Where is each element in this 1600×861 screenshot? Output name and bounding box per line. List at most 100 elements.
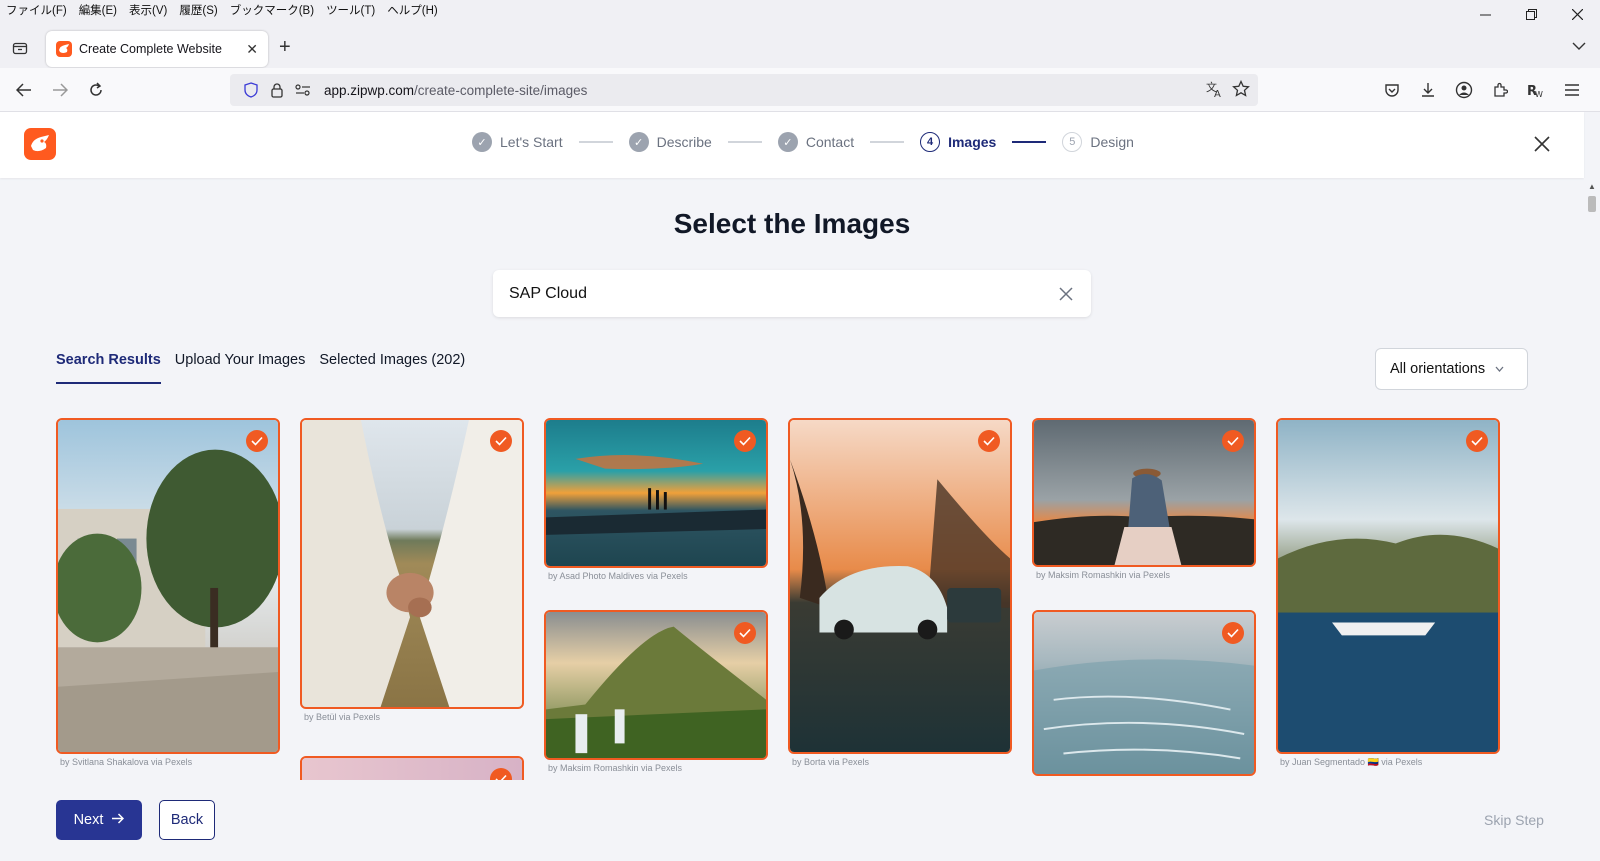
menu-file[interactable]: ファイル(F) <box>0 0 73 22</box>
step-number: 5 <box>1062 132 1083 152</box>
url-bar[interactable]: app.zipwp.com/create-complete-site/image… <box>230 74 1258 106</box>
new-tab-icon[interactable]: + <box>279 37 291 57</box>
translate-icon[interactable]: 文A <box>1206 80 1224 101</box>
page-title: Select the Images <box>673 208 911 239</box>
image-card[interactable] <box>1276 418 1500 754</box>
step-number: 4 <box>920 132 941 152</box>
selected-check-icon[interactable] <box>1466 430 1488 452</box>
permissions-icon[interactable] <box>292 80 314 100</box>
selected-check-icon[interactable] <box>490 430 512 452</box>
check-circle-icon: ✓ <box>777 132 798 152</box>
orientation-dropdown[interactable]: All orientations <box>1375 348 1528 390</box>
step-label: Images <box>948 134 997 150</box>
reload-icon[interactable] <box>84 78 108 102</box>
lock-icon[interactable] <box>266 80 288 100</box>
image-credit: by Maksim Romashkin via Pexels <box>548 763 683 773</box>
scroll-up-icon[interactable]: ▲ <box>1588 182 1596 191</box>
next-label: Next <box>73 812 104 828</box>
step-connector <box>870 141 905 143</box>
image-credit: by Juan Segmentado 🇨🇴 via Pexels <box>1280 757 1423 767</box>
zipwp-logo-icon[interactable] <box>24 128 56 160</box>
forward-arrow-icon[interactable] <box>48 78 72 102</box>
glacier-photo <box>1034 612 1254 774</box>
shield-icon[interactable] <box>240 80 262 100</box>
step-design[interactable]: 5 Design <box>1062 132 1134 152</box>
pink-sky-photo <box>302 758 522 780</box>
step-images[interactable]: 4 Images <box>920 132 996 152</box>
url-text[interactable]: app.zipwp.com/create-complete-site/image… <box>324 83 587 98</box>
step-connector <box>578 141 613 143</box>
image-card[interactable] <box>788 418 1012 754</box>
back-arrow-icon[interactable] <box>12 78 36 102</box>
back-button[interactable]: Back <box>159 800 215 840</box>
menu-bookmarks[interactable]: ブックマーク(B) <box>224 0 320 22</box>
selected-check-icon[interactable] <box>734 430 756 452</box>
scrollbar-thumb[interactable] <box>1588 196 1596 212</box>
mountain-waterfall-photo <box>546 612 766 758</box>
tab-upload-images[interactable]: Upload Your Images <box>175 352 306 384</box>
image-card[interactable] <box>56 418 280 754</box>
step-contact[interactable]: ✓ Contact <box>777 132 855 152</box>
image-credit: by Maksim Romashkin via Pexels <box>1036 570 1171 580</box>
image-card[interactable] <box>1032 418 1256 567</box>
image-card[interactable] <box>544 610 768 760</box>
step-describe[interactable]: ✓ Describe <box>628 132 712 152</box>
image-credit: by Svitlana Shakalova via Pexels <box>60 757 193 767</box>
extensions-icon[interactable] <box>1488 78 1512 102</box>
search-input[interactable] <box>509 284 1057 303</box>
pocket-icon[interactable] <box>1380 78 1404 102</box>
step-connector <box>727 141 762 143</box>
image-card[interactable] <box>300 756 524 780</box>
step-label: Describe <box>656 134 712 150</box>
download-icon[interactable] <box>1416 78 1440 102</box>
image-credit: by Betül via Pexels <box>304 712 381 722</box>
bookmark-star-icon[interactable] <box>1232 79 1250 101</box>
tab-search-results[interactable]: Search Results <box>56 352 161 384</box>
menu-edit[interactable]: 編集(E) <box>73 0 123 22</box>
browser-tab-active[interactable]: Create Complete Website ✕ <box>46 31 268 67</box>
selected-check-icon[interactable] <box>246 430 268 452</box>
navigation-bar: app.zipwp.com/create-complete-site/image… <box>0 68 1600 112</box>
next-button[interactable]: Next <box>56 800 142 840</box>
reader-extension-icon[interactable]: RW <box>1524 78 1548 102</box>
account-icon[interactable] <box>1452 78 1476 102</box>
menu-tools[interactable]: ツール(T) <box>320 0 381 22</box>
tab-title: Create Complete Website <box>79 42 222 56</box>
list-all-tabs-icon[interactable] <box>8 36 32 60</box>
image-card[interactable] <box>1032 610 1256 776</box>
step-label: Contact <box>805 134 855 150</box>
menu-view[interactable]: 表示(V) <box>123 0 173 22</box>
selected-check-icon[interactable] <box>734 622 756 644</box>
car-sunset-photo <box>790 420 1010 752</box>
image-credit: by Borta via Pexels <box>792 757 870 767</box>
skip-step-link[interactable]: Skip Step <box>1484 812 1544 828</box>
arrow-right-icon <box>111 812 125 828</box>
image-card[interactable] <box>300 418 524 709</box>
tab-close-icon[interactable]: ✕ <box>246 41 258 58</box>
zipwp-favicon-icon <box>56 41 72 57</box>
clear-search-icon[interactable] <box>1057 285 1075 303</box>
menu-history[interactable]: 履歴(S) <box>173 0 223 22</box>
image-card[interactable] <box>544 418 768 568</box>
step-label: Design <box>1090 134 1134 150</box>
url-path: /create-complete-site/images <box>414 82 588 98</box>
selected-check-icon[interactable] <box>1222 430 1244 452</box>
wizard-stepper: ✓ Let's Start ✓ Describe ✓ Contact 4 Ima… <box>472 132 1134 152</box>
step-lets-start[interactable]: ✓ Let's Start <box>472 132 563 152</box>
svg-text:W: W <box>1535 90 1543 98</box>
image-search-box <box>493 270 1091 317</box>
svg-text:A: A <box>1214 89 1221 98</box>
tab-bar: Create Complete Website ✕ + <box>0 22 1600 68</box>
hamburger-menu-icon[interactable] <box>1560 78 1584 102</box>
browser-menubar: ファイル(F) 編集(E) 表示(V) 履歴(S) ブックマーク(B) ツール(… <box>0 0 1600 22</box>
selected-check-icon[interactable] <box>978 430 1000 452</box>
image-gallery: by Svitlana Shakalova via Pexels by Betü… <box>56 418 1530 780</box>
step-connector <box>1012 141 1047 143</box>
page-scrollbar[interactable]: ▲ <box>1584 178 1600 861</box>
menu-help[interactable]: ヘルプ(H) <box>381 0 443 22</box>
chevron-down-icon[interactable] <box>1572 38 1586 56</box>
selected-check-icon[interactable] <box>1222 622 1244 644</box>
woman-hat-photo <box>1034 420 1254 565</box>
tab-selected-images[interactable]: Selected Images (202) <box>319 352 465 384</box>
close-icon[interactable] <box>1530 132 1554 156</box>
